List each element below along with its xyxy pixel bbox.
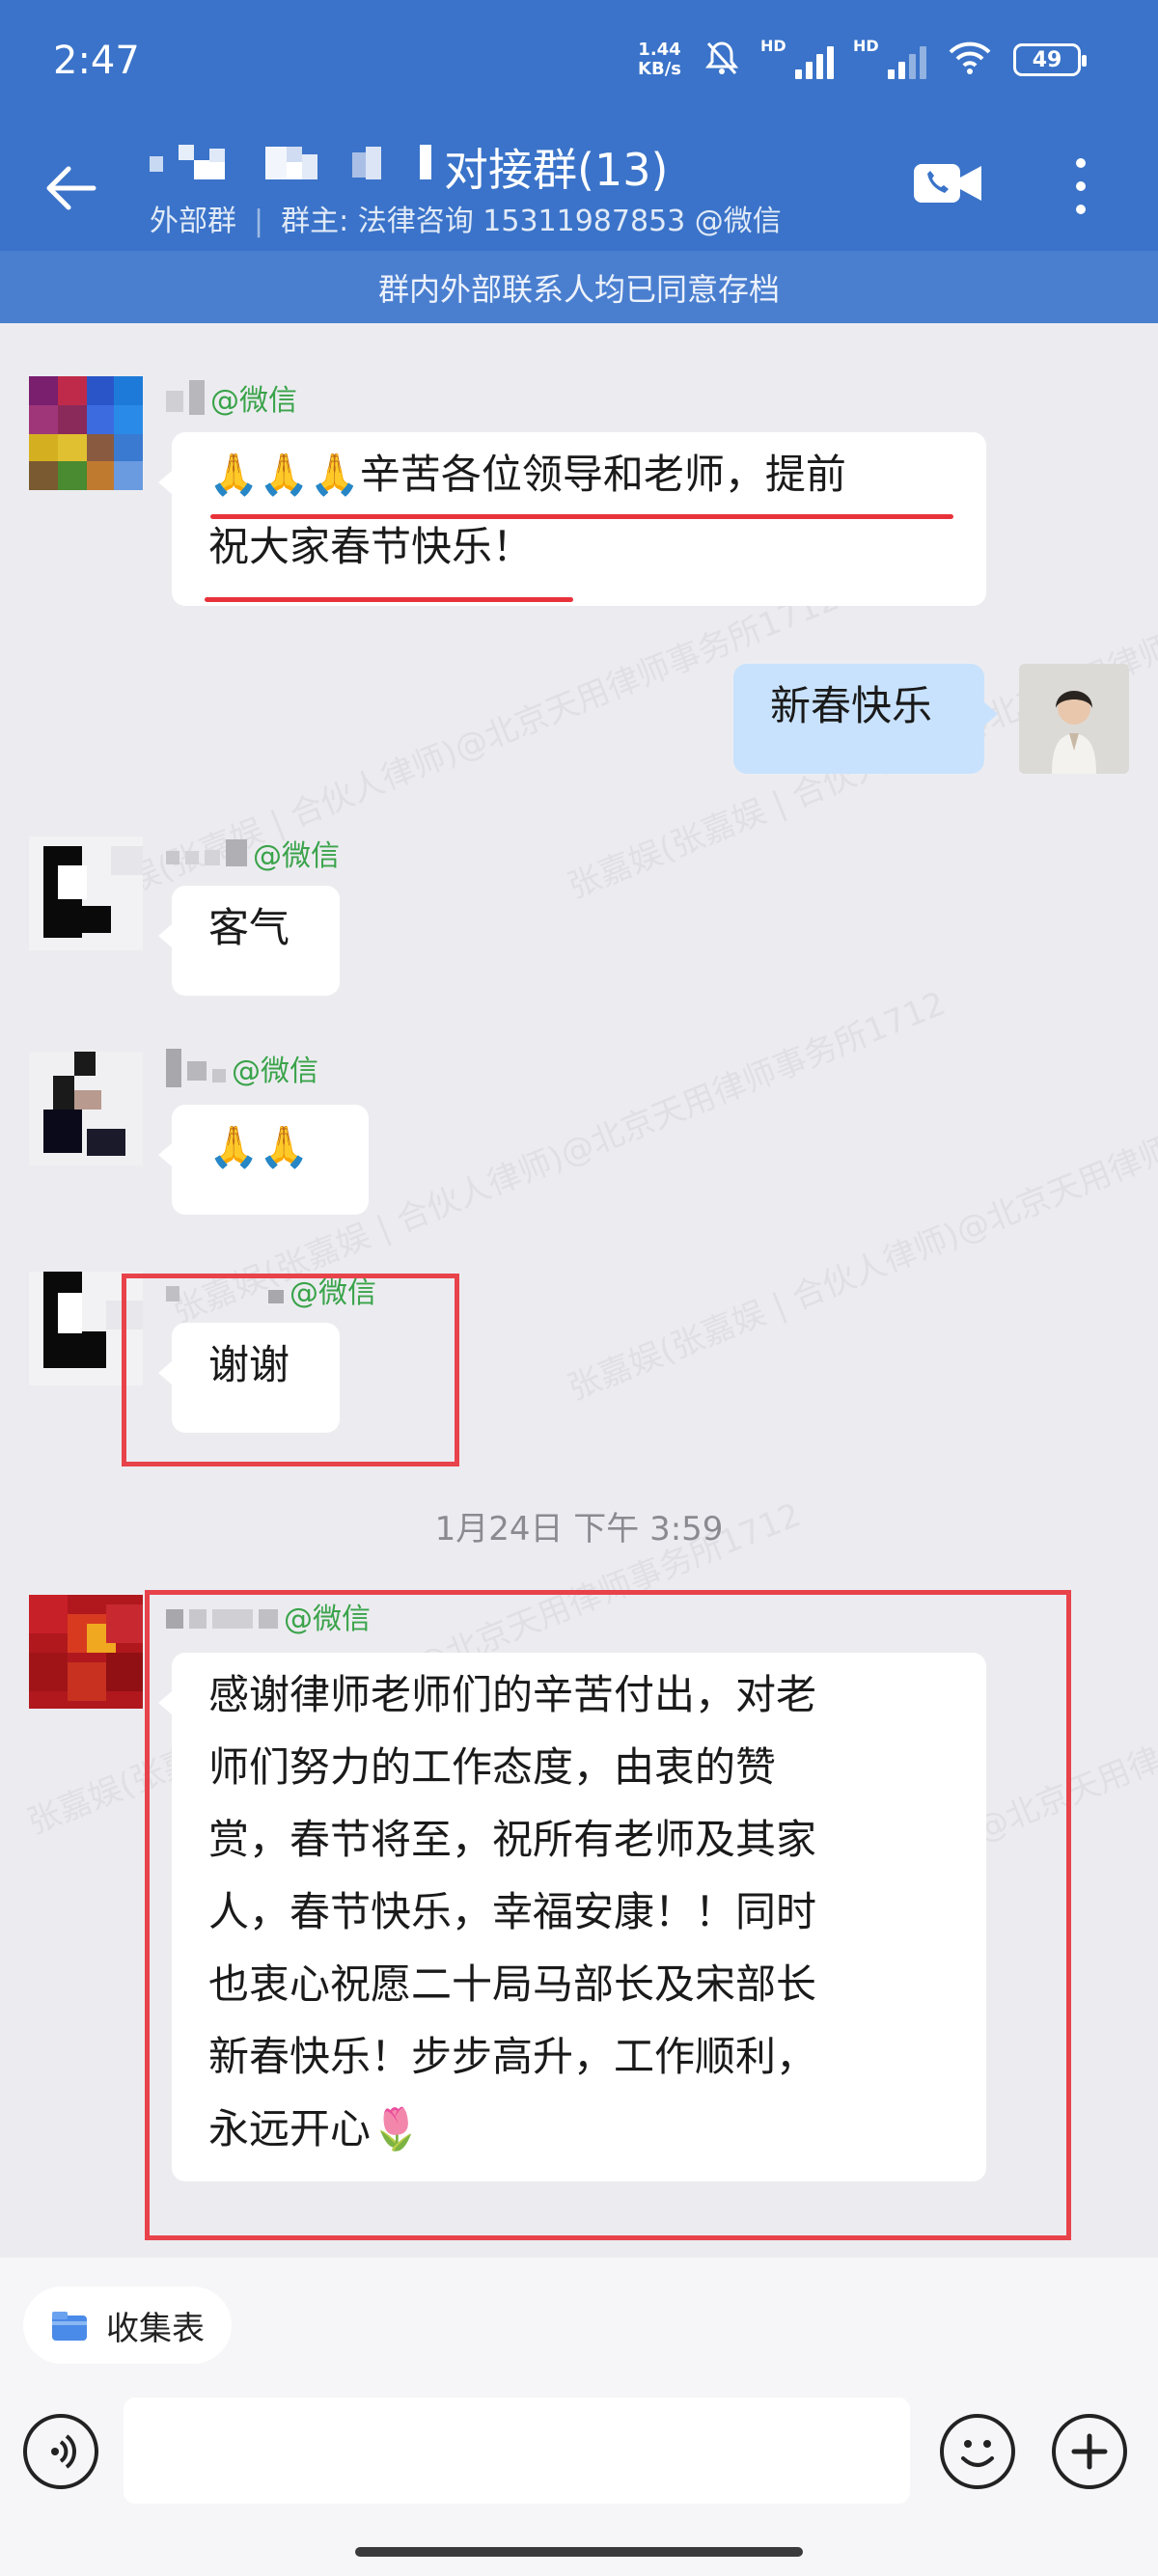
plus-icon [1071, 2433, 1108, 2470]
my-message-bubble[interactable]: 新春快乐 [733, 664, 998, 774]
avatar[interactable] [29, 376, 143, 490]
back-button[interactable] [37, 154, 104, 222]
more-actions-button[interactable] [1052, 2414, 1127, 2489]
sender-name: @微信 [166, 832, 340, 874]
phone-video-icon [914, 164, 981, 203]
message-input[interactable] [124, 2398, 910, 2504]
title-bar: 对接群(13) 外部群 | 群主: 法律咨询 15311987853 @微信 [0, 135, 1158, 251]
message-bubble[interactable]: 🙏🙏 [158, 1105, 369, 1215]
group-subtitle: 外部群 | 群主: 法律咨询 15311987853 @微信 [150, 205, 782, 238]
smiley-icon [961, 2440, 994, 2467]
external-group-tag: 外部群 [150, 205, 236, 238]
sender-name: @微信 [166, 376, 297, 419]
status-bar: 2:47 1.44 KB/s HD HD 49 [0, 0, 1158, 135]
group-title: 对接群(13) [444, 144, 669, 196]
chat-header: 2:47 1.44 KB/s HD HD 49 对接群(13) 外部群 | 群主… [0, 0, 1158, 323]
home-indicator[interactable] [355, 2547, 803, 2557]
group-owner: 群主: 法律咨询 15311987853 @微信 [281, 205, 782, 238]
pixelated-name-mask [150, 145, 431, 179]
avatar[interactable] [29, 836, 143, 950]
battery-icon: 49 [1013, 43, 1087, 76]
signal-sim1-icon: HD [760, 37, 834, 79]
red-underline-annotation [205, 597, 573, 602]
my-avatar[interactable] [1019, 664, 1129, 774]
wifi-icon [948, 41, 992, 79]
back-arrow-icon [46, 166, 96, 210]
avatar[interactable] [29, 1595, 143, 1709]
input-bar: 收集表 [0, 2258, 1158, 2576]
folder-icon [52, 2312, 87, 2341]
voice-icon [51, 2434, 76, 2469]
red-highlight-box [145, 1590, 1071, 2240]
sender-name: @微信 [166, 1047, 318, 1089]
red-underline-annotation [210, 514, 953, 519]
message-timestamp: 1月24日 下午 3:59 [434, 1510, 724, 1548]
dot [1076, 158, 1086, 168]
message-bubble[interactable]: 🙏🙏🙏辛苦各位领导和老师，提前 祝大家春节快乐！ [158, 432, 986, 606]
chat-area[interactable]: 张嘉娱(张嘉娱 | 合伙人律师)@北京天用律师事务所1712 张嘉娱(张嘉娱 |… [0, 323, 1158, 2258]
signal-sim2-icon: HD [853, 37, 926, 79]
network-speed: 1.44 KB/s [638, 40, 681, 79]
voice-input-button[interactable] [23, 2414, 98, 2489]
video-call-button[interactable] [912, 152, 985, 214]
redacted-group-name [150, 143, 439, 185]
avatar[interactable] [29, 1052, 143, 1165]
status-time: 2:47 [53, 39, 140, 83]
archive-notice: 群内外部联系人均已同意存档 [0, 251, 1158, 323]
more-options-button[interactable] [1062, 152, 1100, 220]
red-highlight-box [122, 1274, 459, 1466]
mute-bell-icon [703, 39, 741, 81]
emoji-button[interactable] [940, 2414, 1015, 2489]
status-icons: 1.44 KB/s HD HD 49 [638, 37, 1087, 81]
dot [1076, 205, 1086, 214]
message-bubble[interactable]: 客气 [158, 886, 340, 996]
collection-form-chip[interactable]: 收集表 [23, 2287, 232, 2364]
dot [1076, 181, 1086, 191]
